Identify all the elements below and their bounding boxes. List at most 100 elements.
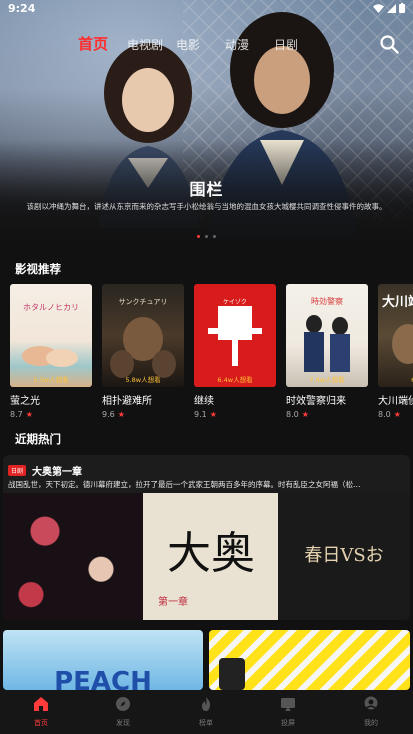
- tabbar-label: 发现: [116, 719, 130, 727]
- status-icons: [373, 3, 405, 13]
- tabbar-home[interactable]: 首页: [11, 696, 71, 728]
- hot-image-right: 春日VSお: [278, 493, 410, 620]
- status-time: 9:24: [8, 2, 36, 15]
- poster-art: ホタルノヒカリ: [22, 303, 79, 367]
- tab-tv[interactable]: 电视剧: [127, 36, 163, 53]
- poster: 時効警察 7.4w人想看: [286, 284, 368, 387]
- status-bar: 9:24: [0, 0, 413, 18]
- carousel-dot[interactable]: [205, 235, 208, 238]
- tab-home[interactable]: 首页: [78, 33, 108, 54]
- tabbar-ranking[interactable]: 榜单: [176, 696, 236, 728]
- category-badge: 日剧: [8, 465, 27, 476]
- tabbar-label: 首页: [34, 719, 48, 727]
- item-title: 继续: [194, 396, 214, 407]
- item-score: 8.0 ★: [378, 410, 413, 419]
- flame-icon: [202, 697, 211, 711]
- poster-text: サンクチュアリ: [119, 298, 168, 306]
- right-poster-text: 春日VSお: [304, 545, 383, 566]
- user-icon: [364, 696, 378, 710]
- heat-count: 5.8w人想看: [125, 376, 161, 384]
- hot-image-calligraphy: 大奥 第一章: [158, 528, 255, 608]
- hot-card[interactable]: 日剧 大奥第一章 战国乱世，天下初定。德川幕府建立，拉开了最后一个武家王朝两百多…: [3, 455, 410, 620]
- poster: サンクチュアリ 5.8w人想看: [102, 284, 184, 387]
- recommend-list: ホタルノヒカリ 5.3w人想看 萤之光 8.7 ★ サンクチュアリ 5.8w人想看…: [10, 284, 413, 424]
- recommend-item[interactable]: ケイゾク 6.4w人想看 继续 9.1 ★: [194, 284, 276, 419]
- home-icon: [34, 697, 48, 711]
- item-title: 时效警察归来: [286, 396, 346, 407]
- item-score: 8.0 ★: [286, 410, 368, 419]
- battery-icon: [399, 3, 405, 13]
- tabbar-cast[interactable]: 投屏: [258, 696, 318, 728]
- heat-count: 6.4w人想看: [217, 376, 253, 384]
- section-title-hot: 近期热门: [15, 432, 61, 446]
- search-icon[interactable]: [379, 34, 399, 54]
- poster-text: ホタルノヒカリ: [23, 303, 79, 312]
- poster: ホタルノヒカリ 5.3w人想看: [10, 284, 92, 387]
- item-score: 9.1 ★: [194, 410, 276, 419]
- recommend-item[interactable]: サンクチュアリ 5.8w人想看 相扑避难所 9.6 ★: [102, 284, 184, 419]
- score-value: 8.7: [10, 410, 23, 419]
- poster-text: 時効警察: [311, 296, 343, 306]
- star-icon: ★: [117, 410, 125, 419]
- score-value: 8.0: [286, 410, 299, 419]
- star-icon: ★: [301, 410, 309, 419]
- hot-description: 战国乱世，天下初定。德川幕府建立，拉开了最后一个武家王朝两百多年的序幕。时有乱臣…: [8, 480, 361, 489]
- hot-title: 大奥第一章: [32, 467, 83, 478]
- poster-art: サンクチュアリ: [110, 298, 176, 378]
- hot-image: 大奥 第一章 春日VSお: [3, 493, 410, 620]
- score-value: 9.6: [102, 410, 115, 419]
- tabbar-label: 投屏: [281, 719, 295, 727]
- poster-text: ケイゾク: [223, 299, 247, 306]
- recommend-item[interactable]: ホタルノヒカリ 5.3w人想看 萤之光 8.7 ★: [10, 284, 92, 419]
- poster-text: 大川端: [382, 294, 413, 310]
- bottom-card[interactable]: PEACH: [3, 630, 203, 690]
- hot-image-right-art: 春日VSお: [304, 545, 383, 566]
- hot-header: 日剧 大奥第一章: [8, 463, 82, 478]
- tabbar-mine[interactable]: 我的: [341, 696, 401, 728]
- poster: ケイゾク 6.4w人想看: [194, 284, 276, 387]
- item-score: 8.7 ★: [10, 410, 92, 419]
- compass-icon: [116, 697, 130, 711]
- item-title: 相扑避难所: [102, 396, 152, 407]
- heat-count: 6.4w: [378, 376, 413, 384]
- cast-icon: [281, 698, 295, 711]
- bottom-card-art: PEACH: [54, 667, 152, 690]
- hero-title: 围栏: [189, 180, 224, 199]
- top-nav: 首页 电视剧 电影 动漫 日剧: [0, 30, 413, 56]
- bottom-card[interactable]: [209, 630, 410, 690]
- hot-image-flowers: [3, 493, 143, 620]
- star-icon: ★: [25, 410, 33, 419]
- signal-icon: [387, 3, 396, 13]
- tabbar-label: 我的: [364, 719, 378, 727]
- bottom-card-art: [219, 658, 245, 690]
- carousel-indicator: [0, 235, 413, 238]
- score-value: 9.1: [194, 410, 207, 419]
- heat-count: 7.4w人想看: [309, 376, 345, 384]
- wifi-icon: [373, 3, 384, 13]
- tabbar-label: 榜单: [199, 719, 213, 727]
- calligraphy-text: 大奥: [167, 528, 255, 579]
- item-score: 9.6 ★: [102, 410, 184, 419]
- recommend-item[interactable]: 時効警察 7.4w人想看 时效警察归来 8.0 ★: [286, 284, 368, 419]
- carousel-dot[interactable]: [213, 235, 216, 238]
- bottom-tab-bar: 首页 发现 榜单 投屏 我的: [0, 690, 413, 734]
- carousel-dot[interactable]: [197, 235, 200, 238]
- poster-art: 時効警察: [304, 296, 350, 372]
- hot-image-center: 大奥 第一章: [143, 493, 278, 620]
- score-value: 8.0: [378, 410, 391, 419]
- hero-description: 该剧以冲绳为舞台，讲述从东京而来的杂志写手小松绘翁与当地的混血女孩大城樱共同调查…: [26, 202, 387, 211]
- recommend-item[interactable]: 大川端 6.4w 大川端侦 8.0★: [378, 284, 413, 419]
- tab-movie[interactable]: 电影: [176, 36, 200, 53]
- poster: 大川端 6.4w: [378, 284, 413, 387]
- tabbar-discover[interactable]: 发现: [93, 696, 153, 728]
- poster-art: 大川端: [382, 294, 413, 364]
- tab-jdrama[interactable]: 日剧: [274, 36, 298, 53]
- chapter-text: 第一章: [158, 595, 188, 608]
- bottom-card-text: PEACH: [54, 667, 152, 690]
- heat-count: 5.3w人想看: [33, 376, 69, 384]
- star-icon: ★: [393, 410, 401, 419]
- section-title-recommend: 影视推荐: [15, 262, 61, 276]
- star-icon: ★: [209, 410, 217, 419]
- tab-anime[interactable]: 动漫: [225, 36, 249, 53]
- poster-art: ケイゾク: [208, 299, 262, 366]
